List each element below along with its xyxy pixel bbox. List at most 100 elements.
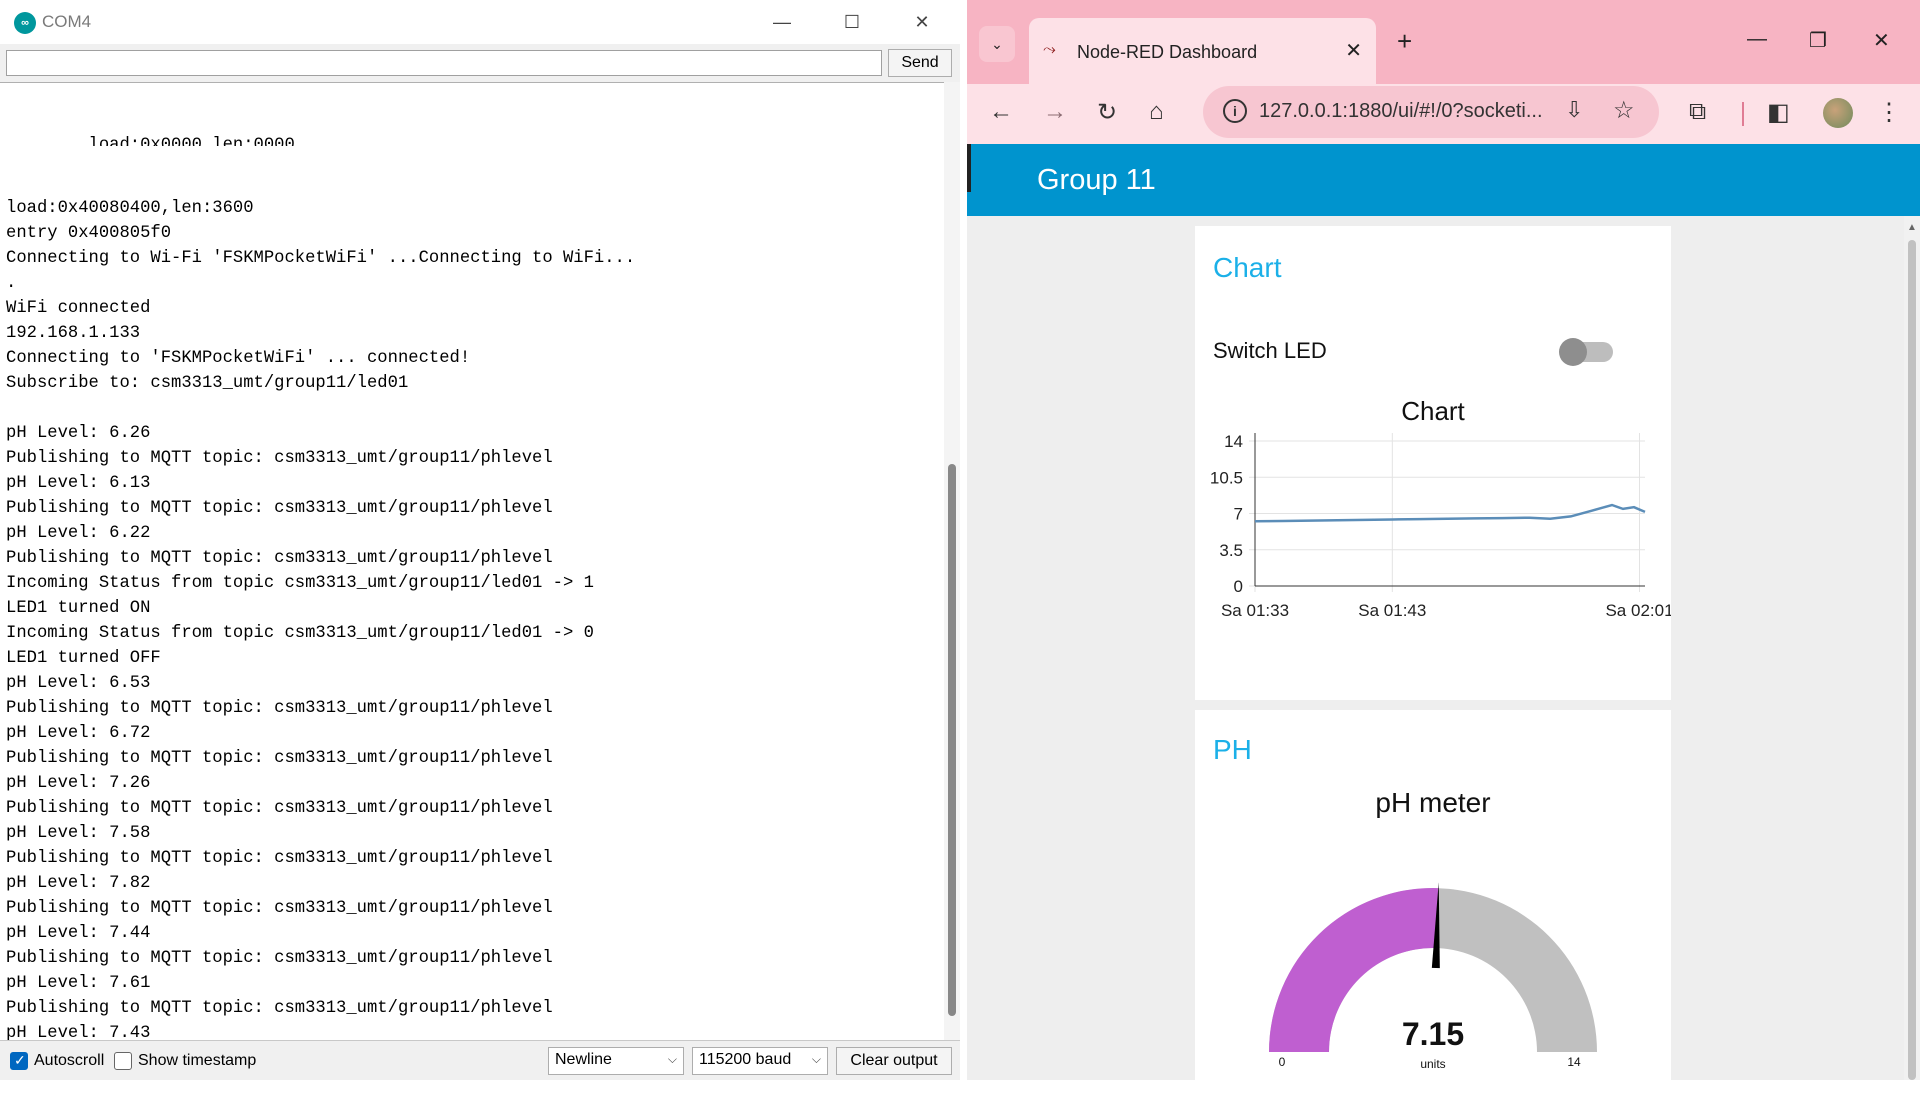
- tab-title: Node-RED Dashboard: [1077, 42, 1258, 62]
- serial-cut-line: load:0x0000,len:0000: [88, 136, 295, 146]
- serial-line: pH Level: 7.58: [6, 824, 151, 843]
- clear-output-button[interactable]: Clear output: [836, 1047, 952, 1075]
- minimize-icon[interactable]: —: [760, 8, 804, 36]
- close-icon[interactable]: ✕: [1873, 28, 1890, 53]
- gauge-max-label: 14: [1567, 1055, 1581, 1069]
- serial-monitor-window: ∞ COM4 — ☐ ✕ Send load:0x0000,len:0000 l…: [0, 0, 960, 1080]
- autoscroll-checkbox[interactable]: [10, 1052, 28, 1070]
- chart-card: Chart Switch LED Chart 14 10.5 7 3.5 0 Sa 01…: [1195, 226, 1671, 700]
- bookmark-star-icon[interactable]: ☆: [1613, 96, 1635, 125]
- serial-output-area[interactable]: load:0x0000,len:0000 load:0x40080400,len…: [0, 82, 944, 1040]
- serial-line: 192.168.1.133: [6, 324, 141, 343]
- serial-line: Incoming Status from topic csm3313_umt/g…: [6, 624, 594, 643]
- serial-line: entry 0x400805f0: [6, 224, 172, 243]
- serial-line: Connecting to Wi-Fi 'FSKMPocketWiFi' ...…: [6, 249, 636, 268]
- serial-line: Publishing to MQTT topic: csm3313_umt/gr…: [6, 749, 553, 768]
- chart-y-tick-label: 3.5: [1219, 541, 1243, 560]
- arduino-logo-icon: ∞: [14, 12, 36, 34]
- profile-avatar[interactable]: [1823, 98, 1853, 128]
- chart-y-tick-label: 7: [1234, 505, 1243, 524]
- site-info-icon[interactable]: i: [1223, 99, 1247, 123]
- serial-line: Subscribe to: csm3313_umt/group11/led01: [6, 374, 409, 393]
- gauge-units: units: [1420, 1057, 1445, 1071]
- autoscroll-label: Autoscroll: [34, 1052, 105, 1069]
- switch-led-toggle[interactable]: [1559, 338, 1613, 366]
- chart-x-tick-label: Sa 01:43: [1358, 601, 1426, 620]
- home-icon[interactable]: ⌂: [1149, 98, 1164, 126]
- gauge-title: pH meter: [1375, 787, 1490, 818]
- serial-line: pH Level: 7.82: [6, 874, 151, 893]
- window-edge: [967, 144, 971, 192]
- url-text[interactable]: 127.0.0.1:1880/ui/#!/0?socketi...: [1259, 100, 1543, 123]
- page-scrollbar[interactable]: ▲: [1904, 216, 1920, 1080]
- serial-line: pH Level: 7.61: [6, 974, 151, 993]
- serial-line: Publishing to MQTT topic: csm3313_umt/gr…: [6, 999, 553, 1018]
- minimize-icon[interactable]: —: [1747, 28, 1767, 51]
- serial-line: LED1 turned OFF: [6, 649, 161, 668]
- address-bar[interactable]: i 127.0.0.1:1880/ui/#!/0?socketi... ⇩ ☆: [1203, 86, 1659, 138]
- serial-line: Publishing to MQTT topic: csm3313_umt/gr…: [6, 949, 553, 968]
- page-scroll-thumb[interactable]: [1908, 240, 1916, 1080]
- tab-node-red-dashboard[interactable]: ⤳ Node-RED Dashboard ✕: [1029, 18, 1376, 84]
- back-icon[interactable]: ←: [989, 98, 1013, 126]
- serial-line: pH Level: 6.13: [6, 474, 151, 493]
- ph-gauge: pH meter 7.15 units 0 14: [1269, 787, 1597, 1071]
- serial-footer: Autoscroll Show timestamp Newline ⌵ 1152…: [0, 1040, 960, 1080]
- baud-rate-select[interactable]: 115200 baud ⌵: [692, 1047, 828, 1075]
- send-button[interactable]: Send: [888, 49, 952, 77]
- extensions-icon[interactable]: ⧉: [1689, 98, 1706, 126]
- side-panel-icon[interactable]: ◧: [1767, 98, 1790, 127]
- serial-line: pH Level: 6.26: [6, 424, 151, 443]
- switch-knob[interactable]: [1559, 338, 1587, 366]
- gauge-min-label: 0: [1279, 1055, 1286, 1069]
- close-icon[interactable]: ✕: [900, 8, 944, 36]
- line-ending-value: Newline: [555, 1051, 612, 1068]
- reload-icon[interactable]: ↻: [1097, 98, 1117, 127]
- forward-icon[interactable]: →: [1043, 98, 1067, 126]
- toolbar-divider: [1742, 102, 1744, 126]
- serial-window-title: COM4: [42, 12, 92, 31]
- serial-line: Publishing to MQTT topic: csm3313_umt/gr…: [6, 449, 553, 468]
- show-timestamp-checkbox[interactable]: [114, 1052, 132, 1070]
- scroll-up-icon[interactable]: ▲: [1907, 222, 1917, 233]
- serial-scrollbar[interactable]: [944, 82, 960, 1040]
- serial-line: [6, 396, 635, 421]
- chart-x-tick-label: Sa 02:01: [1605, 601, 1671, 620]
- tab-search-button[interactable]: ⌄: [979, 26, 1015, 62]
- serial-line: Publishing to MQTT topic: csm3313_umt/gr…: [6, 549, 553, 568]
- line-ending-select[interactable]: Newline ⌵: [548, 1047, 684, 1075]
- serial-line: pH Level: 7.43: [6, 1024, 151, 1040]
- serial-line: Publishing to MQTT topic: csm3313_umt/gr…: [6, 849, 553, 868]
- serial-line: Publishing to MQTT topic: csm3313_umt/gr…: [6, 699, 553, 718]
- browser-window: ⌄ ⤳ Node-RED Dashboard ✕ + — ❐ ✕ ← → ↻ ⌂…: [967, 0, 1920, 1110]
- gauge-value: 7.15: [1402, 1016, 1464, 1052]
- maximize-icon[interactable]: ☐: [830, 8, 874, 36]
- serial-titlebar: ∞ COM4 — ☐ ✕: [0, 0, 960, 44]
- serial-line: load:0x40080400,len:3600: [6, 199, 254, 218]
- serial-line: Incoming Status from topic csm3313_umt/g…: [6, 574, 594, 593]
- dashboard-header: Group 11: [967, 144, 1920, 216]
- new-tab-button[interactable]: +: [1397, 26, 1412, 57]
- tab-strip: ⌄ ⤳ Node-RED Dashboard ✕ + — ❐ ✕: [967, 0, 1920, 84]
- serial-line: pH Level: 6.22: [6, 524, 151, 543]
- serial-send-input[interactable]: [6, 50, 882, 76]
- install-app-icon[interactable]: ⇩: [1565, 97, 1583, 123]
- serial-line: .: [6, 274, 17, 293]
- switch-led-label: Switch LED: [1213, 338, 1327, 363]
- dashboard-title: Group 11: [1037, 164, 1156, 196]
- ph-card-title: PH: [1213, 734, 1252, 765]
- serial-line: Publishing to MQTT topic: csm3313_umt/gr…: [6, 899, 553, 918]
- ph-card: PH pH meter 7.15 units 0 14: [1195, 710, 1671, 1110]
- show-timestamp-label: Show timestamp: [138, 1052, 257, 1069]
- serial-line: Publishing to MQTT topic: csm3313_umt/gr…: [6, 799, 553, 818]
- restore-icon[interactable]: ❐: [1809, 28, 1827, 53]
- serial-line: pH Level: 7.44: [6, 924, 151, 943]
- tab-close-icon[interactable]: ✕: [1345, 38, 1362, 63]
- serial-output-text: load:0x0000,len:0000 load:0x40080400,len…: [6, 83, 636, 1040]
- more-menu-icon[interactable]: ⋮: [1877, 98, 1901, 127]
- chevron-down-icon: ⌵: [811, 1052, 821, 1066]
- serial-scroll-thumb[interactable]: [948, 464, 956, 1016]
- serial-line: WiFi connected: [6, 299, 151, 318]
- serial-line: pH Level: 7.26: [6, 774, 151, 793]
- chart-x-tick-label: Sa 01:33: [1221, 601, 1289, 620]
